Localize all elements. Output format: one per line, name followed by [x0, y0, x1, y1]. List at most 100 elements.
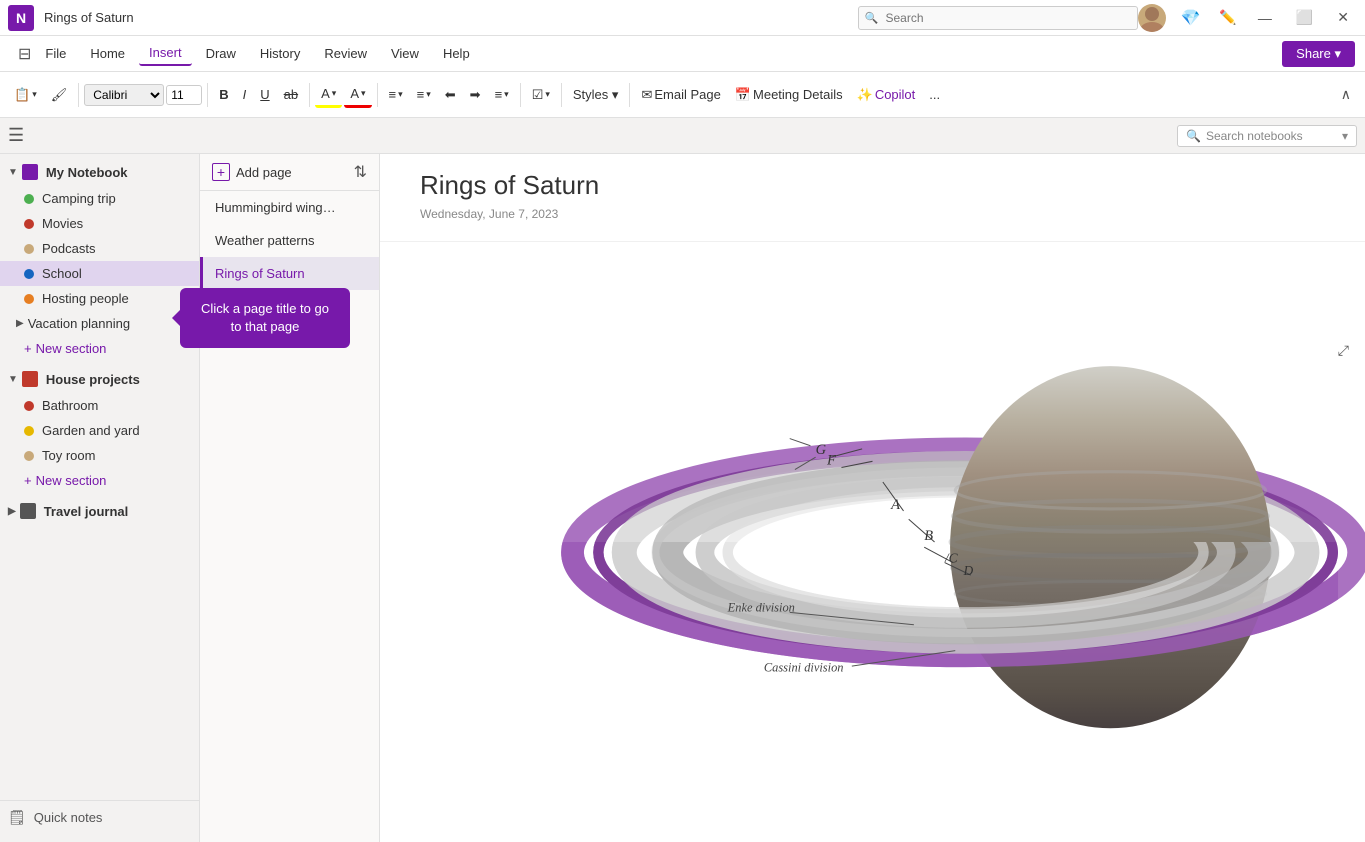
underline-button[interactable]: U	[254, 83, 275, 106]
numbering-button[interactable]: ≡▾	[411, 83, 437, 106]
decrease-indent-button[interactable]: ⬅	[439, 83, 462, 107]
sidebar-item-toy-room[interactable]: Toy room	[0, 443, 199, 468]
menu-file[interactable]: File	[35, 42, 76, 65]
toolbar-collapse-button[interactable]: ∧	[1335, 82, 1357, 107]
svg-text:Enke division: Enke division	[727, 600, 795, 614]
hosting-people-dot	[24, 294, 34, 304]
italic-button[interactable]: I	[237, 83, 253, 106]
add-page-button[interactable]: + Add page	[212, 163, 354, 181]
page-date: Wednesday, June 7, 2023	[420, 207, 1325, 221]
toy-room-dot	[24, 451, 34, 461]
page-list: + Add page ⇅ Hummingbird wing… Weather p…	[200, 154, 380, 842]
more-options-button[interactable]: ...	[923, 83, 946, 106]
add-page-icon: +	[212, 163, 230, 181]
svg-text:G: G	[816, 442, 827, 458]
page-item-weather-patterns[interactable]: Weather patterns	[200, 224, 379, 257]
strikethrough-button[interactable]: ab	[278, 83, 304, 106]
travel-journal-chevron: ▶	[8, 506, 16, 517]
new-section-plus-icon: +	[24, 341, 32, 356]
clipboard-dropdown[interactable]: ▾	[32, 89, 37, 100]
menu-draw[interactable]: Draw	[196, 42, 246, 65]
menu-home[interactable]: Home	[80, 42, 135, 65]
avatar[interactable]	[1138, 4, 1166, 32]
bold-button[interactable]: B	[213, 83, 234, 106]
email-icon: ✉	[641, 87, 652, 103]
house-projects-header[interactable]: ▼ House projects	[0, 365, 199, 393]
notebook-toggle[interactable]: ⊟	[18, 44, 31, 64]
font-color-button[interactable]: A▾	[344, 82, 371, 108]
menu-view[interactable]: View	[381, 42, 429, 65]
school-dot	[24, 269, 34, 279]
font-color-icon: A	[350, 86, 359, 101]
meeting-details-button[interactable]: 📅 Meeting Details	[729, 83, 849, 107]
sidebar-item-podcasts[interactable]: Podcasts	[0, 236, 199, 261]
search-notebooks-dropdown-icon[interactable]: ▾	[1342, 129, 1348, 143]
menu-history[interactable]: History	[250, 42, 310, 65]
sidebar-item-vacation-planning[interactable]: ▶ Vacation planning	[0, 311, 199, 336]
checkbox-icon: ☑	[532, 87, 544, 103]
travel-journal-group: ▶ Travel journal	[0, 497, 199, 525]
maximize-button[interactable]: ⬜	[1288, 7, 1321, 28]
my-notebook-chevron: ▼	[8, 167, 18, 178]
search-notebooks-button[interactable]: 🔍 Search notebooks ▾	[1177, 125, 1357, 147]
pen-icon[interactable]: ✏️	[1214, 7, 1241, 28]
quick-notes[interactable]: 🗒 Quick notes	[0, 800, 199, 834]
bullets-button[interactable]: ≡▾	[383, 83, 409, 106]
menu-bar: ⊟ File Home Insert Draw History Review V…	[0, 36, 1365, 72]
checkbox-button[interactable]: ☑▾	[526, 83, 556, 107]
content-area: Rings of Saturn Wednesday, June 7, 2023 …	[380, 154, 1365, 842]
format-paint-button[interactable]: 🖌	[45, 83, 74, 107]
my-notebook-header[interactable]: ▼ My Notebook	[0, 158, 199, 186]
garden-yard-dot	[24, 426, 34, 436]
menu-insert[interactable]: Insert	[139, 41, 192, 66]
font-family-select[interactable]: Calibri	[84, 84, 164, 106]
share-button[interactable]: Share ▾	[1282, 41, 1355, 67]
title-bar: N Rings of Saturn 💎 ✏️ — ⬜ ✕	[0, 0, 1365, 36]
close-button[interactable]: ✕	[1329, 7, 1357, 28]
main-area: ▼ My Notebook Camping trip Movies Podcas…	[0, 154, 1365, 842]
toolbar-sep-4	[377, 83, 378, 107]
page-item-rings-of-saturn[interactable]: Rings of Saturn	[200, 257, 379, 290]
sort-icon[interactable]: ⇅	[354, 162, 367, 182]
toolbar-sep-3	[309, 83, 310, 107]
toolbar-sep-6	[561, 83, 562, 107]
align-button[interactable]: ≡▾	[489, 83, 515, 106]
sidebar-item-school[interactable]: School	[0, 261, 199, 286]
house-projects-new-section[interactable]: + New section	[0, 468, 199, 493]
my-notebook-icon	[22, 164, 38, 180]
sidebar-item-bathroom[interactable]: Bathroom	[0, 393, 199, 418]
travel-journal-header[interactable]: ▶ Travel journal	[0, 497, 199, 525]
house-projects-group: ▼ House projects Bathroom Garden and yar…	[0, 365, 199, 493]
app-title: Rings of Saturn	[44, 10, 858, 25]
podcasts-dot	[24, 244, 34, 254]
vacation-expand-icon: ▶	[16, 318, 24, 329]
sidebar-item-movies[interactable]: Movies	[0, 211, 199, 236]
sidebar-item-camping-trip[interactable]: Camping trip	[0, 186, 199, 211]
title-search-wrapper	[858, 6, 1138, 30]
diamond-icon[interactable]: 💎	[1174, 6, 1206, 30]
quick-notes-icon: 🗒	[8, 809, 26, 826]
hamburger-icon[interactable]: ☰	[8, 125, 24, 146]
title-search-input[interactable]	[858, 6, 1138, 30]
search-icon: 🔍	[1186, 129, 1201, 143]
clipboard-icon: 📋	[14, 87, 30, 103]
styles-label: Styles ▾	[573, 87, 619, 103]
menu-review[interactable]: Review	[314, 42, 377, 65]
sidebar-item-hosting-people[interactable]: Hosting people	[0, 286, 199, 311]
page-item-hummingbird[interactable]: Hummingbird wing…	[200, 191, 379, 224]
svg-text:B: B	[924, 528, 933, 544]
my-notebook-new-section[interactable]: + New section	[0, 336, 199, 361]
copilot-button[interactable]: ✨ Copilot	[851, 83, 922, 107]
clipboard-button[interactable]: 📋▾	[8, 83, 43, 107]
menu-help[interactable]: Help	[433, 42, 480, 65]
minimize-button[interactable]: —	[1250, 8, 1280, 28]
toolbar-sep-2	[207, 83, 208, 107]
onenote-logo: N	[8, 5, 34, 31]
page-title-tooltip: Click a page title to go to that page	[180, 288, 350, 348]
email-page-button[interactable]: ✉ Email Page	[635, 83, 726, 107]
highlight-button[interactable]: A▾	[315, 82, 342, 108]
sidebar-item-garden-yard[interactable]: Garden and yard	[0, 418, 199, 443]
increase-indent-button[interactable]: ➡	[464, 83, 487, 107]
font-size-input[interactable]	[166, 85, 202, 105]
styles-button[interactable]: Styles ▾	[567, 83, 625, 107]
